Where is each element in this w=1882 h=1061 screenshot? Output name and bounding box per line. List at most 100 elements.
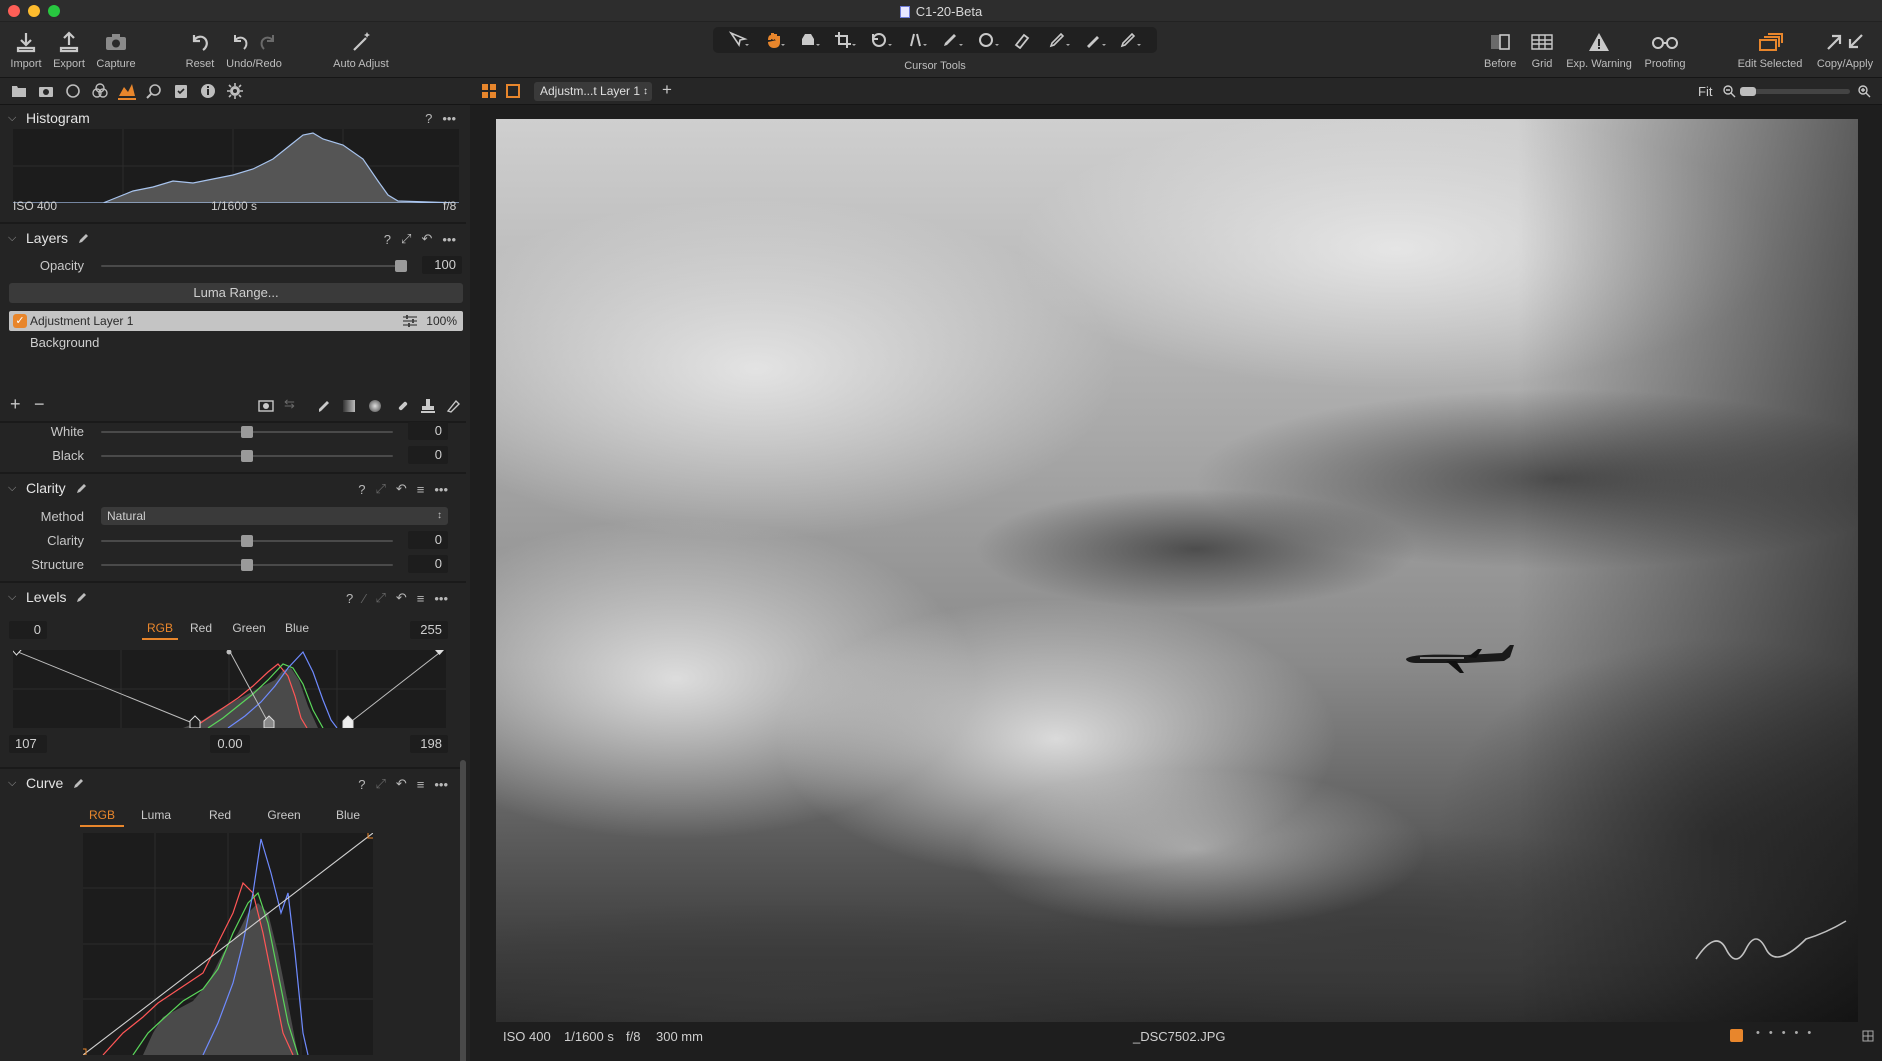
annotate-icon[interactable] — [1113, 28, 1149, 52]
more-icon[interactable]: ••• — [442, 232, 456, 247]
layer-row-background[interactable]: Background — [30, 335, 99, 350]
undo-redo-button[interactable]: Undo/Redo — [222, 28, 286, 70]
zoom-in-icon[interactable] — [1858, 85, 1871, 98]
help-icon[interactable]: ? — [358, 777, 365, 792]
show-mask-icon[interactable] — [258, 400, 274, 412]
edit-selected-button[interactable]: Edit Selected — [1734, 28, 1806, 70]
stamp-icon[interactable] — [420, 398, 436, 414]
erase-mask-icon[interactable] — [446, 399, 460, 413]
before-button[interactable]: Before — [1484, 28, 1516, 70]
heal-icon[interactable] — [1042, 28, 1078, 52]
sliders-icon[interactable] — [403, 315, 417, 327]
levels-output-high[interactable]: 255 — [410, 621, 448, 639]
details-tab-icon[interactable] — [145, 82, 163, 100]
curve-tab-green[interactable]: Green — [252, 808, 316, 827]
keystone-icon[interactable] — [899, 28, 935, 52]
expand-icon[interactable]: ⤢ — [401, 231, 411, 247]
proofing-button[interactable]: Proofing — [1640, 28, 1690, 70]
opacity-slider[interactable] — [101, 259, 407, 273]
structure-value[interactable]: 0 — [408, 555, 448, 573]
clarity-header[interactable]: ⌵ Clarity ? ⤢ ↶ ≡ ••• — [0, 475, 466, 501]
white-slider[interactable] — [101, 425, 393, 439]
histogram-header[interactable]: ⌵ Histogram ? ••• — [0, 105, 466, 131]
mask-brush-icon[interactable] — [318, 399, 332, 413]
color-tab-icon[interactable] — [91, 82, 109, 100]
more-icon[interactable]: ••• — [434, 591, 448, 606]
clarity-value[interactable]: 0 — [408, 531, 448, 549]
apply-arrow-icon[interactable] — [1847, 32, 1865, 52]
image-viewer[interactable] — [470, 105, 1882, 1026]
levels-tab-red[interactable]: Red — [178, 621, 224, 640]
heal-mask-icon[interactable] — [396, 399, 410, 413]
curve-header[interactable]: ⌵ Curve ? ⤢ ↶ ≡ ••• — [0, 770, 466, 796]
pencil-icon[interactable] — [76, 482, 88, 494]
pencil-icon[interactable] — [78, 232, 90, 244]
luma-range-button[interactable]: Luma Range... — [9, 283, 463, 303]
method-select[interactable]: Natural ↕ — [101, 507, 448, 525]
layer-row-adjustment[interactable]: ✓ Adjustment Layer 1 100% — [9, 311, 463, 331]
presets-icon[interactable]: ≡ — [417, 591, 425, 606]
add-icon[interactable]: + — [662, 80, 672, 100]
crop-icon[interactable] — [828, 28, 864, 52]
opacity-value[interactable]: 100 — [422, 256, 462, 274]
more-icon[interactable]: ••• — [434, 777, 448, 792]
radial-mask-icon[interactable] — [971, 28, 1007, 52]
pencil-icon[interactable] — [76, 591, 88, 603]
import-button[interactable]: Import — [8, 28, 44, 70]
curve-graph[interactable] — [83, 833, 373, 1055]
library-tab-icon[interactable] — [10, 82, 28, 100]
layer-visibility-checkbox[interactable]: ✓ — [13, 314, 27, 328]
levels-tab-green[interactable]: Green — [224, 621, 274, 640]
help-icon[interactable]: ? — [384, 232, 391, 247]
curve-tab-luma[interactable]: Luma — [124, 808, 188, 827]
auto-adjust-button[interactable]: Auto Adjust — [324, 28, 398, 70]
lens-tab-icon[interactable] — [64, 82, 82, 100]
reset-tool-icon[interactable]: ↶ — [396, 481, 407, 497]
layer-select[interactable]: Adjustm...t Layer 1 ↕ — [534, 82, 652, 101]
brush-icon[interactable] — [935, 28, 971, 52]
photo-canvas[interactable] — [496, 119, 1858, 1026]
clarity-slider[interactable] — [101, 534, 393, 548]
black-slider[interactable] — [101, 449, 393, 463]
levels-graph[interactable] — [13, 650, 446, 728]
presets-icon[interactable]: ≡ — [417, 777, 425, 792]
layer-name[interactable]: Adjustment Layer 1 — [30, 314, 133, 328]
swap-icon[interactable]: ⇆ — [284, 396, 295, 412]
rating-dots[interactable]: ••••• — [1756, 1027, 1820, 1039]
copy-arrow-icon[interactable] — [1825, 32, 1843, 52]
levels-input-high[interactable]: 198 — [410, 735, 448, 753]
expand-icon[interactable]: ⤢ — [375, 481, 385, 497]
more-icon[interactable]: ••• — [434, 482, 448, 497]
curve-tab-rgb[interactable]: RGB — [80, 808, 124, 827]
capture-button[interactable]: Capture — [94, 28, 138, 70]
panel-scrollbar[interactable] — [460, 760, 466, 1061]
select-cursor-icon[interactable] — [721, 28, 757, 52]
undo-icon[interactable] — [231, 32, 251, 52]
levels-output-low[interactable]: 0 — [9, 621, 47, 639]
levels-input-low[interactable]: 107 — [9, 735, 47, 753]
levels-midtone[interactable]: 0.00 — [210, 735, 250, 753]
zoom-out-icon[interactable] — [1723, 85, 1736, 98]
expand-icon[interactable]: ⤢ — [375, 776, 385, 792]
linear-gradient-icon[interactable] — [343, 400, 355, 412]
picker-icon[interactable] — [1078, 28, 1114, 52]
fit-label[interactable]: Fit — [1698, 84, 1712, 99]
pan-hand-icon[interactable] — [757, 28, 793, 52]
levels-tab-blue[interactable]: Blue — [274, 621, 320, 640]
thumbnail-toggle-icon[interactable] — [1862, 1030, 1874, 1042]
single-view-icon[interactable] — [506, 84, 520, 98]
curve-tab-red[interactable]: Red — [188, 808, 252, 827]
help-icon[interactable]: ? — [358, 482, 365, 497]
grid-view-icon[interactable] — [482, 84, 496, 98]
white-value[interactable]: 0 — [408, 422, 448, 440]
expand-icon[interactable]: ⤢ — [375, 590, 385, 606]
loupe-icon[interactable] — [792, 28, 828, 52]
redo-icon[interactable] — [257, 32, 277, 52]
presets-icon[interactable]: ≡ — [417, 482, 425, 497]
adjustments-tab-icon[interactable] — [172, 82, 190, 100]
settings-tab-icon[interactable] — [226, 82, 244, 100]
curve-tab-blue[interactable]: Blue — [316, 808, 380, 827]
exposure-warning-button[interactable]: Exp. Warning — [1564, 28, 1634, 70]
exposure-tab-icon[interactable] — [118, 82, 136, 100]
reset-tool-icon[interactable]: ↶ — [396, 776, 407, 792]
